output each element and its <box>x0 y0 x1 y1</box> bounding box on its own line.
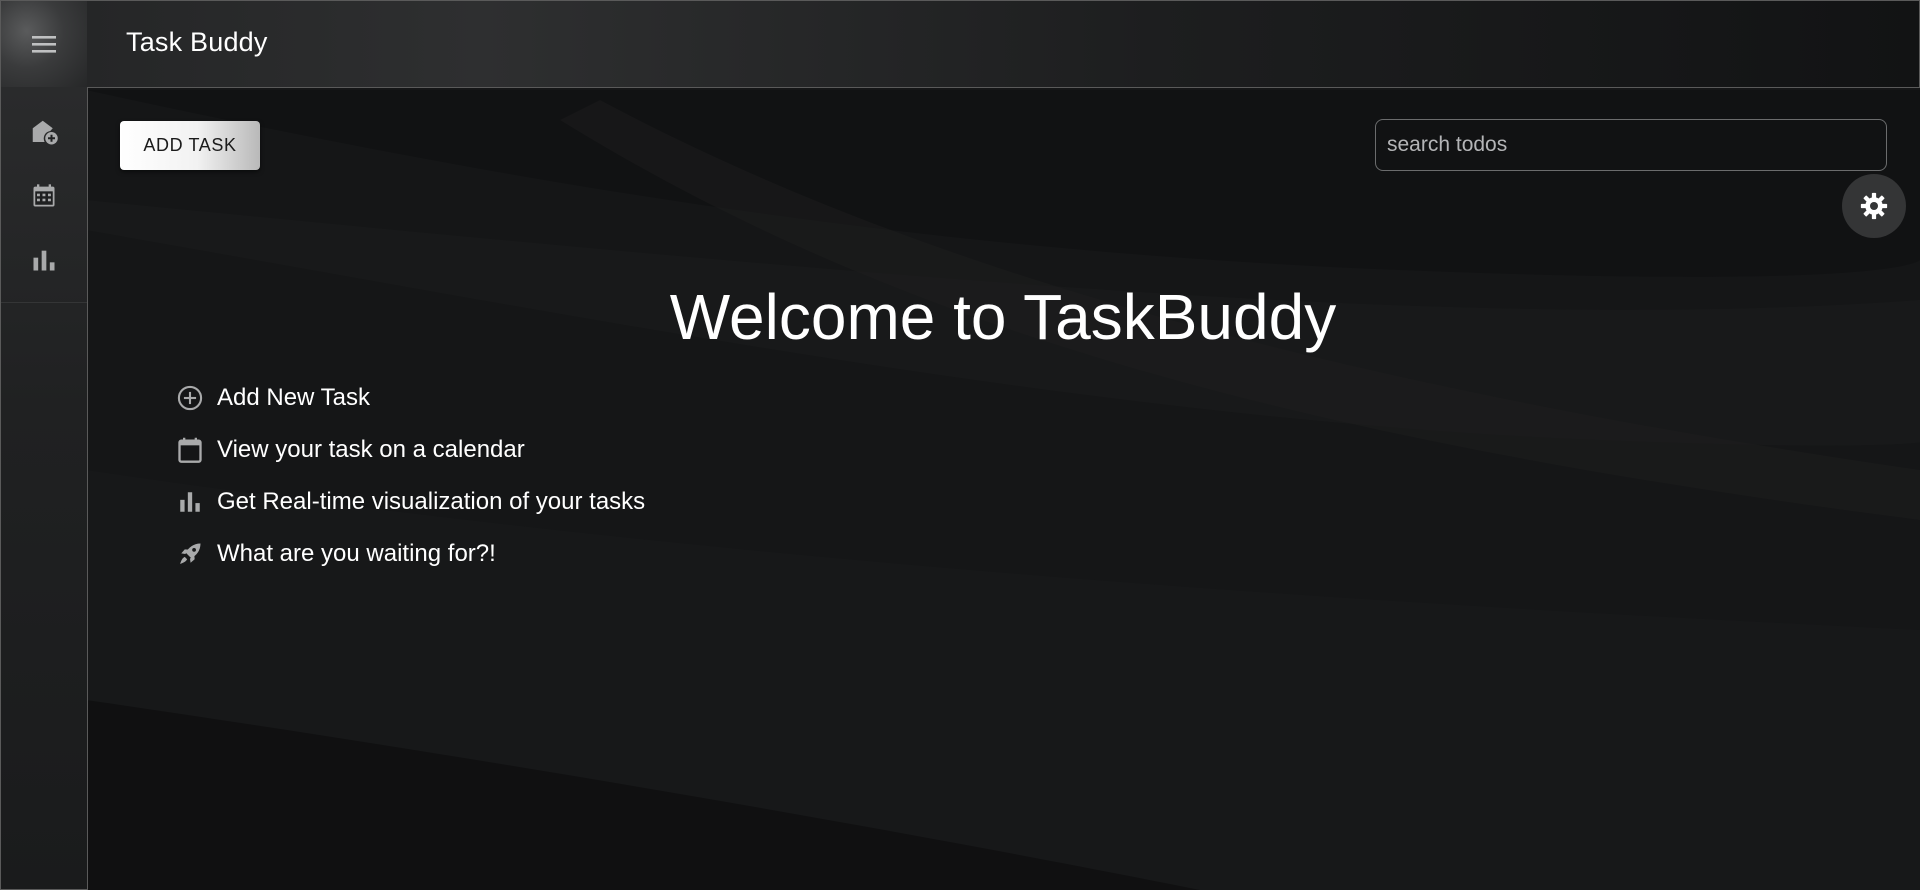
calendar-icon <box>175 435 205 465</box>
add-circle-icon <box>175 383 205 413</box>
settings-button[interactable] <box>1842 174 1906 238</box>
app-bar: Task Buddy <box>0 0 1920 88</box>
app-root: Task Buddy ADD TASK search todos Welcome… <box>0 0 1920 890</box>
search-box <box>1375 119 1887 171</box>
calendar-icon <box>33 184 55 207</box>
sidebar-item-calendar[interactable] <box>1 166 87 226</box>
sidebar-item-analytics[interactable] <box>1 230 87 290</box>
feature-text: Add New Task <box>217 384 370 411</box>
bar-chart-icon <box>33 250 55 271</box>
search-input[interactable] <box>1376 120 1886 170</box>
feature-list: Add New Task View your task on a calenda… <box>175 372 645 580</box>
feature-item-get-started: What are you waiting for?! <box>175 528 645 580</box>
bar-chart-icon <box>175 487 205 517</box>
add-task-button[interactable]: ADD TASK <box>120 121 260 170</box>
feature-item-add-task: Add New Task <box>175 372 645 424</box>
add-home-icon <box>32 120 58 145</box>
hamburger-menu-icon <box>32 36 56 53</box>
feature-item-calendar: View your task on a calendar <box>175 424 645 476</box>
feature-item-visualization: Get Real-time visualization of your task… <box>175 476 645 528</box>
gear-icon <box>1860 192 1888 220</box>
rocket-icon <box>175 539 205 569</box>
menu-button[interactable] <box>1 1 87 87</box>
app-title: Task Buddy <box>126 27 268 57</box>
sidebar <box>0 87 88 890</box>
feature-text: Get Real-time visualization of your task… <box>217 488 646 515</box>
welcome-heading: Welcome to TaskBuddy <box>669 281 1337 353</box>
feature-text: View your task on a calendar <box>217 436 525 463</box>
sidebar-divider <box>1 302 87 303</box>
feature-text: What are you waiting for?! <box>217 540 496 567</box>
sidebar-item-add-home[interactable] <box>1 102 87 162</box>
